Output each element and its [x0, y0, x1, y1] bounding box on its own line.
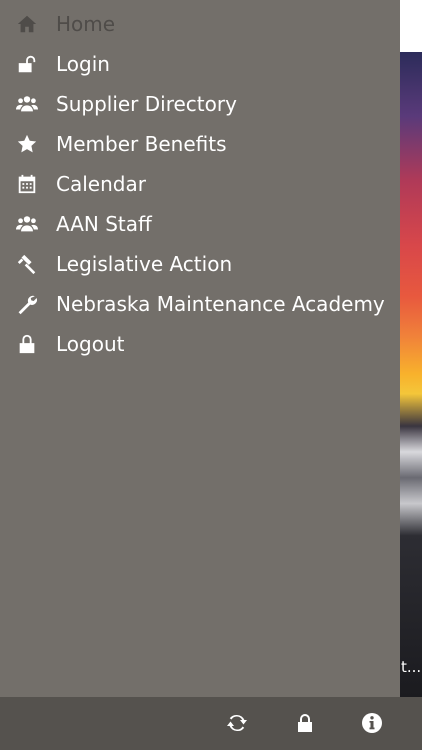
side-drawer: Home Login Supplier Directory Member Ben… — [0, 0, 400, 697]
menu-item-label: Calendar — [56, 172, 146, 196]
menu-item-label: Member Benefits — [56, 132, 227, 156]
lock-button[interactable] — [293, 711, 317, 735]
background-text-snippet: t... — [401, 658, 422, 676]
refresh-icon — [225, 714, 249, 739]
menu-item-nebraska-maintenance-academy[interactable]: Nebraska Maintenance Academy — [0, 284, 400, 324]
calendar-icon — [16, 173, 56, 195]
menu-item-label: AAN Staff — [56, 212, 152, 236]
menu-item-label: Supplier Directory — [56, 92, 237, 116]
lock-icon — [16, 333, 56, 355]
background-hero-image — [400, 52, 422, 697]
menu-item-calendar[interactable]: Calendar — [0, 164, 400, 204]
menu-item-home[interactable]: Home — [0, 4, 400, 44]
drawer-menu: Home Login Supplier Directory Member Ben… — [0, 0, 400, 364]
users-icon — [16, 93, 56, 115]
refresh-button[interactable] — [225, 711, 249, 735]
bottom-toolbar — [0, 697, 422, 750]
wrench-icon — [16, 293, 56, 315]
info-icon — [360, 713, 384, 739]
menu-item-label: Home — [56, 12, 116, 36]
menu-item-label: Legislative Action — [56, 252, 233, 276]
lock-icon — [293, 714, 317, 739]
menu-item-supplier-directory[interactable]: Supplier Directory — [0, 84, 400, 124]
home-icon — [16, 13, 56, 35]
unlock-icon — [16, 53, 56, 75]
star-icon — [16, 133, 56, 155]
menu-item-aan-staff[interactable]: AAN Staff — [0, 204, 400, 244]
menu-item-member-benefits[interactable]: Member Benefits — [0, 124, 400, 164]
gavel-icon — [16, 253, 56, 275]
info-button[interactable] — [360, 711, 384, 735]
menu-item-label: Logout — [56, 332, 125, 356]
menu-item-logout[interactable]: Logout — [0, 324, 400, 364]
menu-item-legislative-action[interactable]: Legislative Action — [0, 244, 400, 284]
menu-item-login[interactable]: Login — [0, 44, 400, 84]
users-icon — [16, 213, 56, 235]
menu-item-label: Nebraska Maintenance Academy — [56, 292, 385, 316]
menu-item-label: Login — [56, 52, 110, 76]
